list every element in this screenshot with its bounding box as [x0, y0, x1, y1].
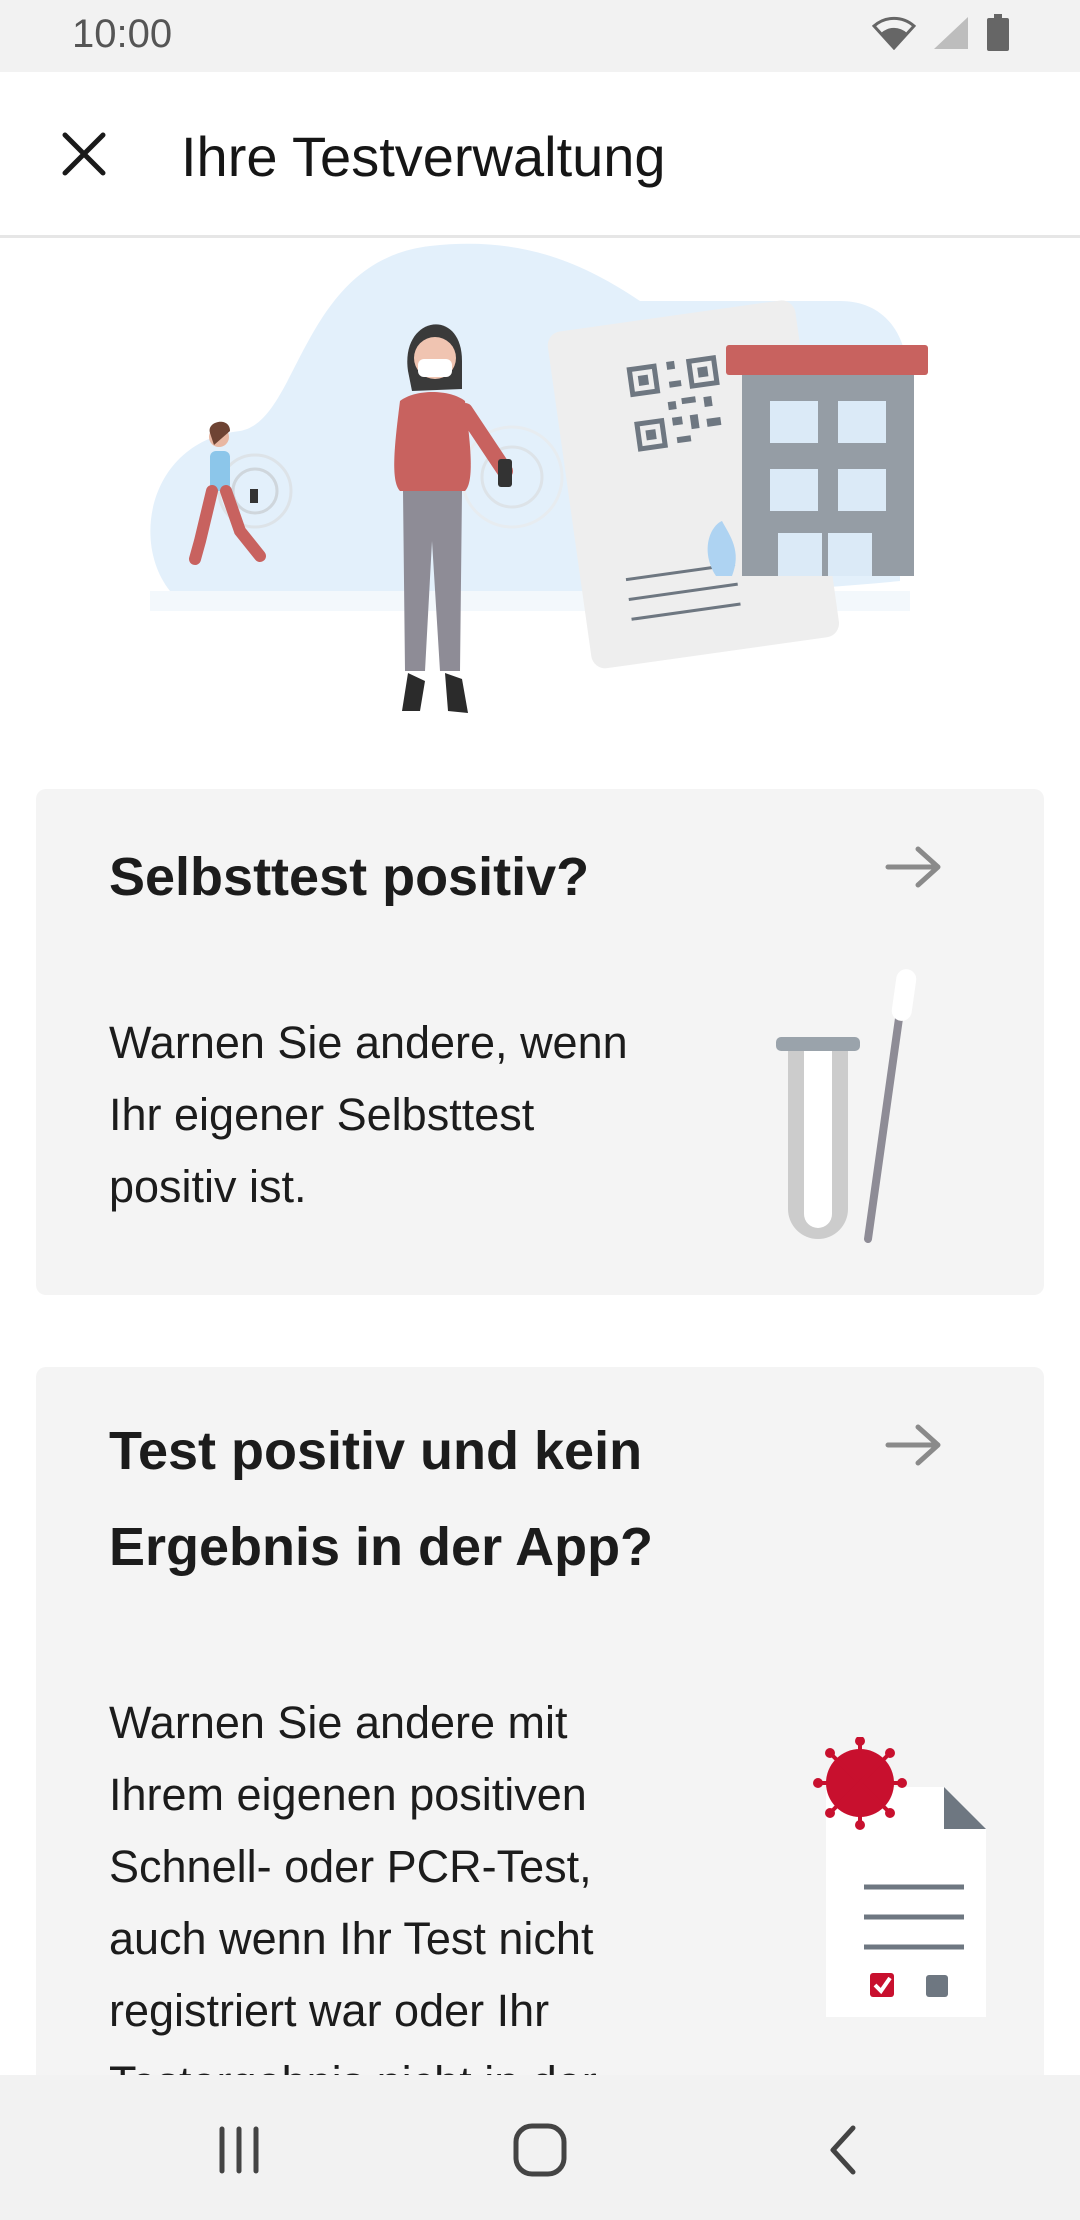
- app-bar: Ihre Testverwaltung: [0, 72, 1080, 238]
- back-button[interactable]: [808, 2117, 878, 2183]
- card-title: Test positiv und kein Ergebnis in der Ap…: [109, 1421, 654, 1577]
- document-virus-illustration: [813, 1737, 986, 2017]
- recents-button[interactable]: [204, 2117, 274, 2183]
- status-bar: 10:00: [0, 0, 1080, 72]
- test-tube-illustration: [776, 969, 917, 1243]
- self-test-card[interactable]: Selbsttest positiv? Warnen Sie andere, w…: [36, 789, 1044, 1295]
- battery-icon: [987, 14, 1009, 51]
- home-icon: [513, 2123, 567, 2177]
- status-icons: [872, 14, 1010, 52]
- status-time: 10:00: [72, 12, 173, 56]
- arrow-right-icon: [885, 1424, 941, 1466]
- positive-test-card[interactable]: Test positiv und kein Ergebnis in der Ap…: [36, 1367, 1044, 2075]
- card-title: Selbsttest positiv?: [109, 847, 590, 907]
- hero-illustration: [150, 243, 928, 713]
- recents-icon: [219, 2126, 259, 2174]
- scroll-content[interactable]: Selbsttest positiv? Warnen Sie andere, w…: [0, 241, 1080, 2075]
- card-description: Warnen Sie andere, wenn Ihr eigener Selb…: [109, 1017, 628, 1212]
- home-button[interactable]: [505, 2117, 575, 2183]
- back-icon: [830, 2125, 856, 2175]
- arrow-right-icon: [885, 846, 941, 888]
- close-button[interactable]: [52, 122, 116, 186]
- navigation-bar: [0, 2075, 1080, 2220]
- card-description: Warnen Sie andere mit Ihrem eigenen posi…: [109, 1697, 597, 2075]
- close-icon: [62, 132, 106, 176]
- page-title: Ihre Testverwaltung: [181, 125, 666, 188]
- wifi-icon: [872, 16, 916, 50]
- signal-icon: [934, 17, 968, 49]
- virus-icon: [813, 1737, 907, 1830]
